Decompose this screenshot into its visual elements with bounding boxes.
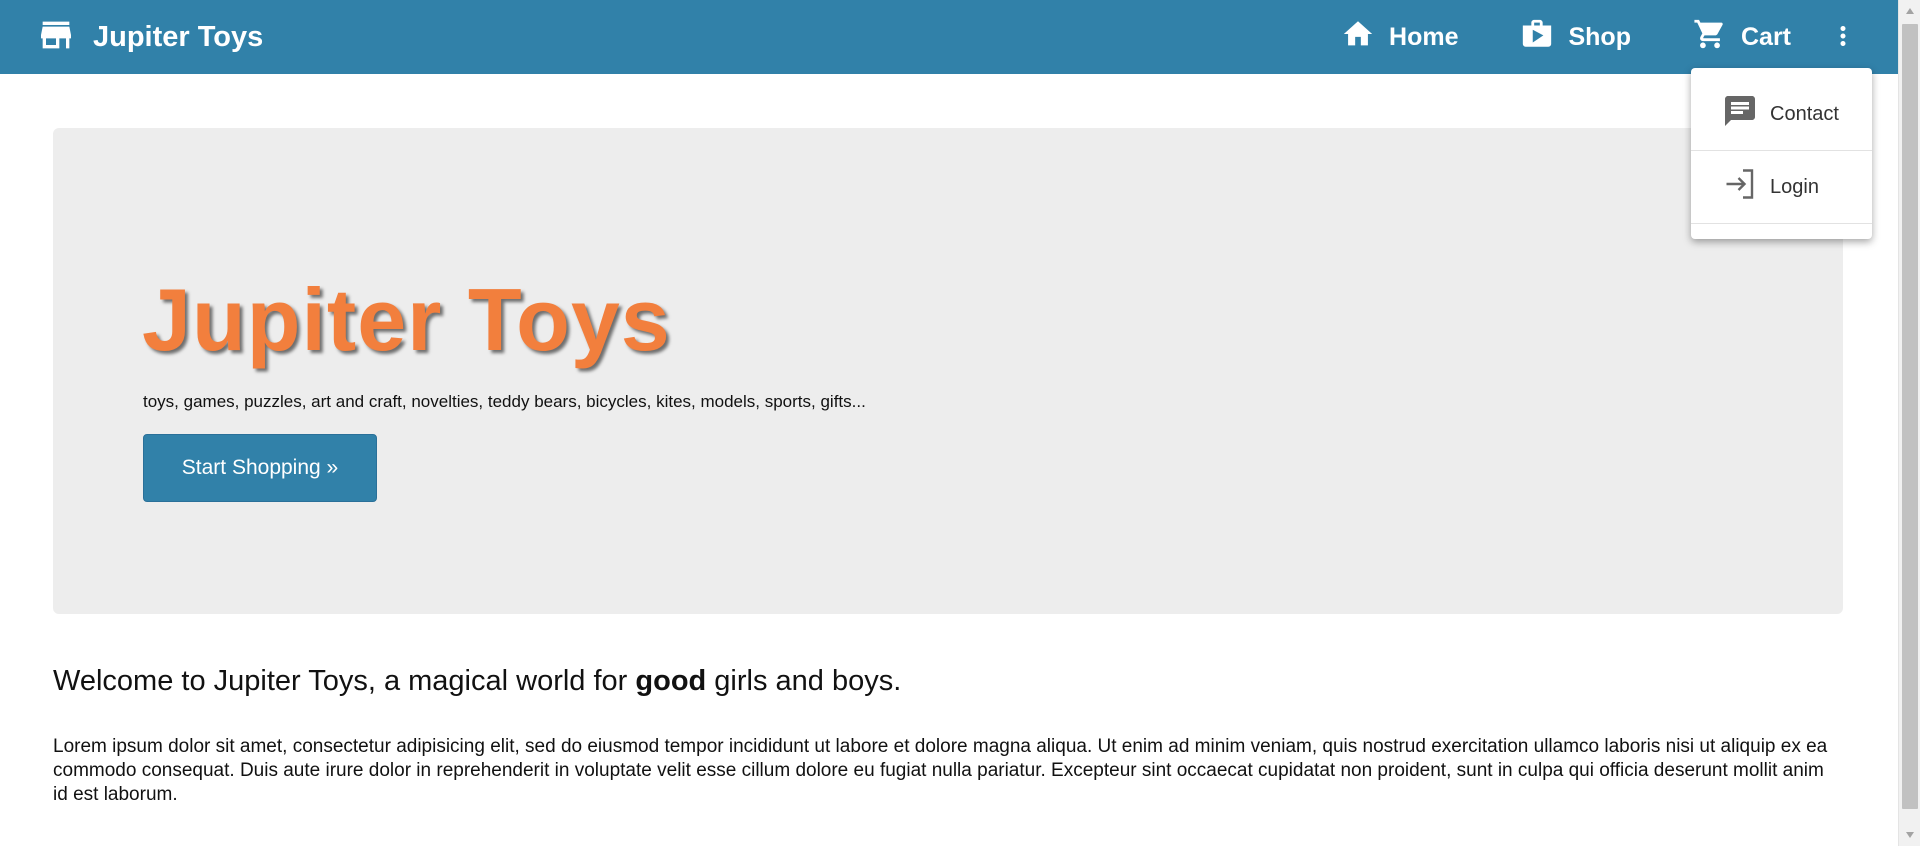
shop-bag-icon (1520, 17, 1568, 58)
message-icon (1722, 93, 1770, 135)
nav-home-link[interactable]: Home (1341, 17, 1458, 58)
start-shopping-button[interactable]: Start Shopping » (143, 434, 377, 502)
hero-banner: Jupiter Toys toys, games, puzzles, art a… (53, 128, 1843, 614)
brand-link[interactable]: Jupiter Toys (35, 16, 263, 58)
hero-subtitle: toys, games, puzzles, art and craft, nov… (143, 392, 866, 411)
body-paragraph: Lorem ipsum dolor sit amet, consectetur … (53, 736, 1828, 805)
menu-item-login[interactable]: Login (1691, 151, 1872, 224)
store-icon (35, 15, 77, 60)
nav-cart-label: Cart (1740, 22, 1791, 51)
menu-item-login-label: Login (1770, 175, 1819, 198)
hero-title: Jupiter Toys (142, 270, 671, 369)
scroll-down-arrow-icon[interactable] (1899, 824, 1920, 846)
menu-item-contact-label: Contact (1770, 102, 1839, 125)
welcome-text-end: girls and boys. (706, 665, 902, 697)
login-icon (1722, 166, 1770, 208)
more-vertical-icon (1828, 20, 1858, 57)
nav-shop-label: Shop (1568, 22, 1631, 51)
cart-icon (1693, 17, 1741, 58)
welcome-emphasis: good (635, 665, 707, 697)
top-navbar: Jupiter Toys Home Shop Cart (0, 0, 1898, 74)
page: Jupiter Toys Home Shop Cart Jupiter Toys… (0, 0, 1898, 846)
nav-links: Home Shop Cart (1279, 16, 1791, 58)
nav-cart-link[interactable]: Cart (1693, 17, 1791, 58)
scrollbar-thumb[interactable] (1902, 24, 1918, 809)
home-icon (1341, 17, 1389, 58)
brand-name: Jupiter Toys (93, 20, 264, 53)
welcome-heading: Welcome to Jupiter Toys, a magical world… (53, 665, 901, 698)
more-dropdown-menu: Contact Login (1691, 68, 1872, 239)
nav-shop-link[interactable]: Shop (1520, 17, 1631, 58)
more-menu-button[interactable] (1828, 22, 1858, 54)
vertical-scrollbar[interactable] (1898, 0, 1920, 846)
nav-home-label: Home (1389, 22, 1459, 51)
scroll-up-arrow-icon[interactable] (1899, 0, 1920, 22)
welcome-text-start: Welcome to Jupiter Toys, a magical world… (53, 665, 636, 697)
menu-item-contact[interactable]: Contact (1691, 78, 1872, 151)
